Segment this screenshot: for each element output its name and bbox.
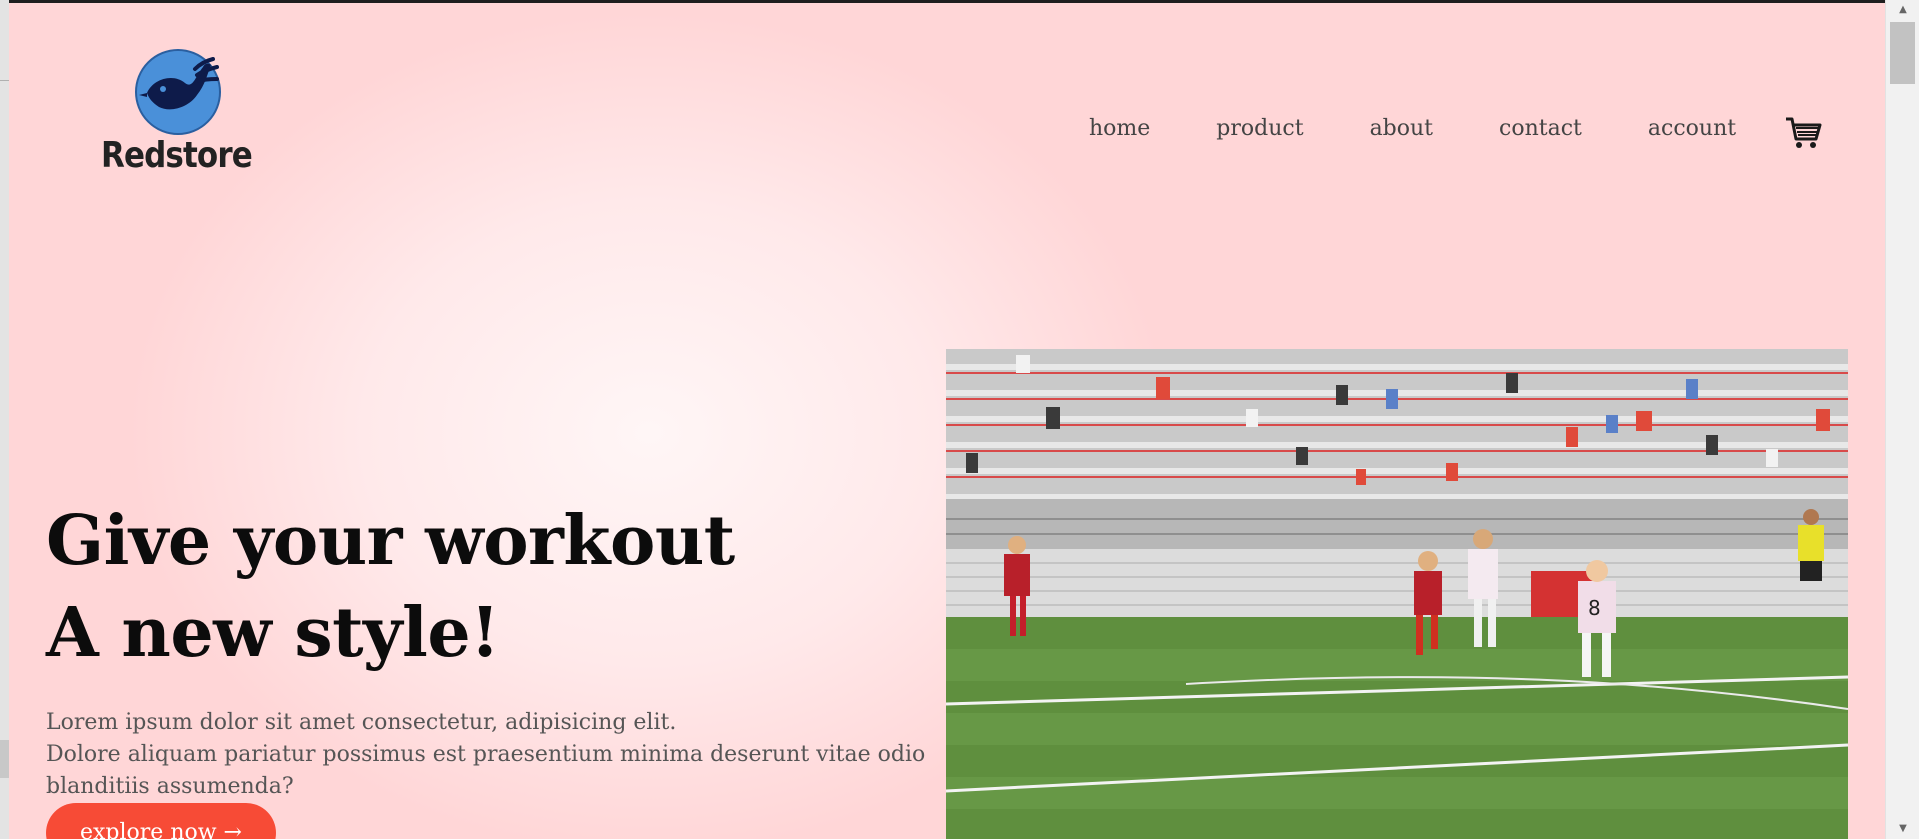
edge-divider [0, 80, 9, 81]
soccer-players-image: 8 [946, 349, 1848, 839]
hero-text-line1: Lorem ipsum dolor sit amet consectetur, … [46, 710, 677, 735]
edge-handle [0, 740, 9, 778]
hero-text-line2: Dolore aliquam pariatur possimus est pra… [46, 742, 926, 799]
brand-logo[interactable]: Redstore [101, 49, 253, 185]
explore-now-button[interactable]: explore now → [46, 803, 276, 839]
main-nav: home product about contact account [1089, 116, 1770, 141]
nav-contact[interactable]: contact [1499, 116, 1582, 141]
svg-text:8: 8 [1588, 596, 1601, 620]
hero-title-line1: Give your workout [46, 501, 735, 581]
hero-image: 8 [946, 349, 1848, 839]
hero-title-line2: A new style! [46, 593, 500, 673]
cart-icon[interactable] [1784, 113, 1824, 153]
window-left-edge [0, 0, 9, 839]
scrollbar-thumb[interactable] [1890, 22, 1915, 84]
nav-about[interactable]: about [1370, 116, 1433, 141]
vertical-scrollbar[interactable]: ▲ ▼ [1885, 0, 1919, 839]
scroll-down-arrow-icon[interactable]: ▼ [1886, 819, 1919, 839]
nav-product[interactable]: product [1216, 116, 1303, 141]
hero-description: Lorem ipsum dolor sit amet consectetur, … [46, 707, 976, 803]
nav-account[interactable]: account [1648, 116, 1736, 141]
bird-icon [139, 57, 219, 110]
nav-home[interactable]: home [1089, 116, 1150, 141]
scroll-up-arrow-icon[interactable]: ▲ [1886, 0, 1919, 20]
page-viewport: Redstore home product about contact acco… [9, 0, 1885, 839]
brand-name: Redstore [101, 135, 253, 176]
hero-title: Give your workout A new style! [46, 495, 735, 679]
